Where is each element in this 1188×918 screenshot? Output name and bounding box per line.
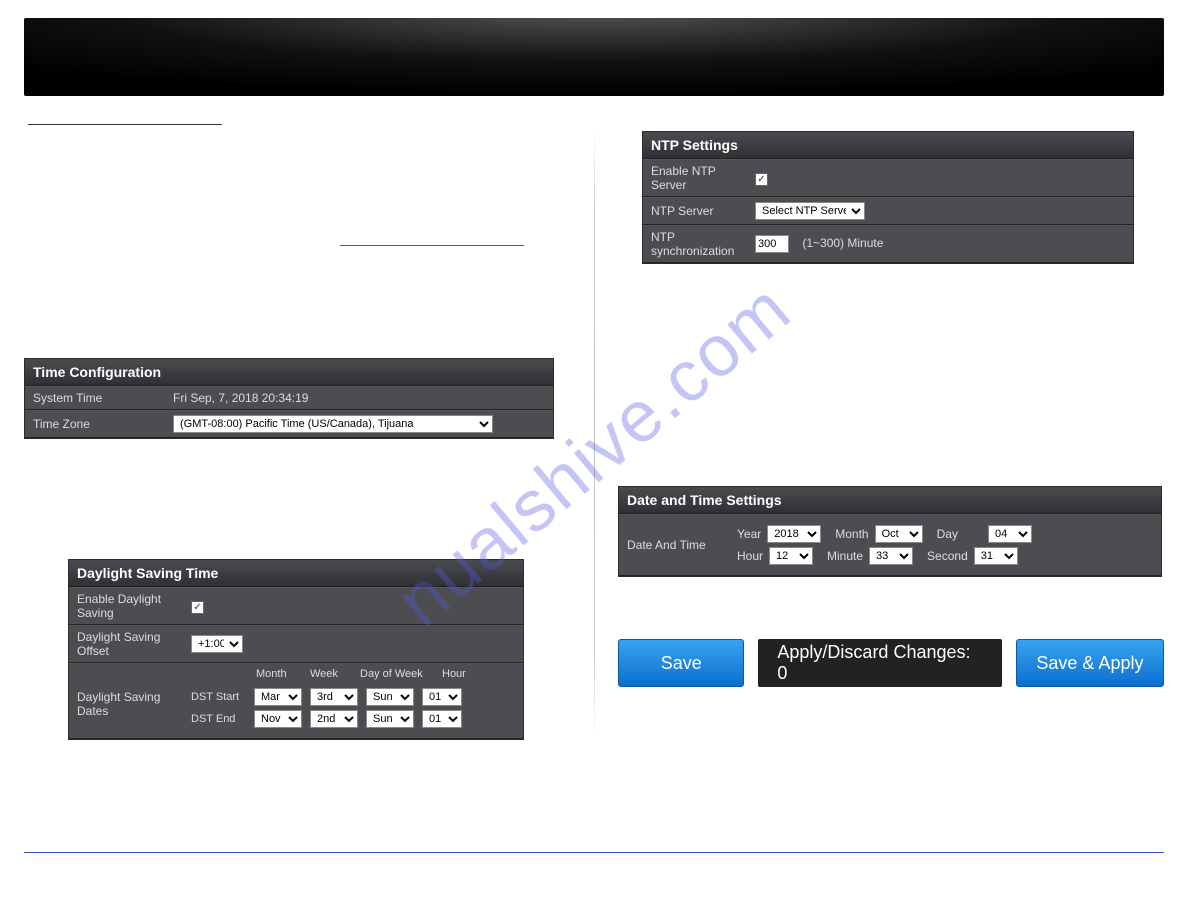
second-select[interactable]: 31 [974,547,1018,565]
dst-start-week-select[interactable]: 3rd [310,688,358,706]
dst-end-dow-select[interactable]: Sun [366,710,414,728]
date-time-row-label: Date And Time [619,534,729,556]
ntp-enable-label: Enable NTP Server [643,160,747,196]
dst-header: Daylight Saving Time [69,560,523,587]
hour-label: Hour [737,549,763,563]
minute-select[interactable]: 33 [869,547,913,565]
month-label: Month [835,527,868,541]
ntp-server-select[interactable]: Select NTP Server [755,202,865,220]
time-zone-select[interactable]: (GMT-08:00) Pacific Time (US/Canada), Ti… [173,415,493,433]
link-underline [340,245,524,246]
footer-rule [24,852,1164,853]
year-select[interactable]: 2018 [767,525,821,543]
year-label: Year [737,527,761,541]
system-time-label: System Time [25,387,165,409]
system-time-value: Fri Sep, 7, 2018 20:34:19 [165,387,553,409]
ntp-server-label: NTP Server [643,200,747,222]
dst-start-label: DST Start [191,691,246,703]
dst-start-month-select[interactable]: Mar [254,688,302,706]
date-time-header: Date and Time Settings [619,487,1161,514]
header-banner [24,18,1164,96]
dst-offset-label: Daylight Saving Offset [69,626,183,662]
dst-col-hour: Hour [442,668,476,680]
dst-end-month-select[interactable]: Nov [254,710,302,728]
ntp-sync-hint: (1~300) Minute [802,236,883,250]
dst-end-hour-select[interactable]: 01 [422,710,462,728]
dst-enable-checkbox[interactable]: ✓ [191,601,204,614]
dst-col-dow: Day of Week [360,668,432,680]
column-divider [594,125,595,740]
minute-label: Minute [827,549,863,563]
time-configuration-panel: Time Configuration System Time Fri Sep, … [24,358,554,439]
time-zone-label: Time Zone [25,413,165,435]
time-configuration-header: Time Configuration [25,359,553,386]
ntp-sync-input[interactable] [755,235,789,253]
second-label: Second [927,549,968,563]
apply-discard-button[interactable]: Apply/Discard Changes: 0 [758,639,1001,687]
hour-select[interactable]: 12 [769,547,813,565]
dst-col-week: Week [310,668,350,680]
month-select[interactable]: Oct [875,525,923,543]
save-apply-button[interactable]: Save & Apply [1016,639,1164,687]
dst-dates-label: Daylight Saving Dates [69,664,183,722]
dst-enable-label: Enable Daylight Saving [69,588,183,624]
dst-offset-select[interactable]: +1:00 [191,635,243,653]
ntp-header: NTP Settings [643,132,1133,159]
dst-start-hour-select[interactable]: 01 [422,688,462,706]
date-time-panel: Date and Time Settings Date And Time Yea… [618,486,1162,577]
ntp-panel: NTP Settings Enable NTP Server ✓ NTP Ser… [642,131,1134,264]
dst-col-month: Month [256,668,300,680]
day-label: Day [937,527,958,541]
dst-end-week-select[interactable]: 2nd [310,710,358,728]
button-bar: Save Apply/Discard Changes: 0 Save & App… [618,639,1164,687]
dst-panel: Daylight Saving Time Enable Daylight Sav… [68,559,524,740]
dst-start-dow-select[interactable]: Sun [366,688,414,706]
day-select[interactable]: 04 [988,525,1032,543]
save-button[interactable]: Save [618,639,744,687]
ntp-enable-checkbox[interactable]: ✓ [755,173,768,186]
dst-columns-header: Month Week Day of Week Hour [183,664,523,682]
ntp-sync-label: NTP synchronization [643,226,747,262]
dst-end-label: DST End [191,713,246,725]
